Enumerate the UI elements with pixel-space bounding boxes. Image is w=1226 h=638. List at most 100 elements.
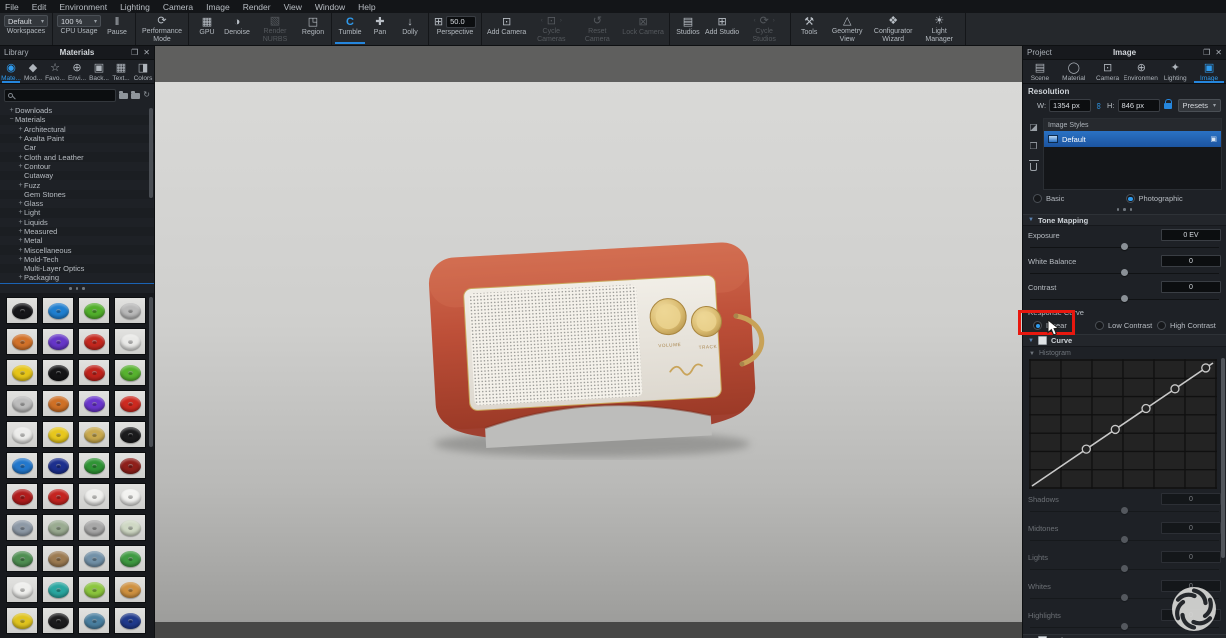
edit-style-icon[interactable]: ◪: [1029, 122, 1038, 132]
project-tab-material[interactable]: ◯Material: [1057, 60, 1091, 83]
material-swatch-14[interactable]: [78, 390, 110, 417]
tree-item-light[interactable]: +Light: [0, 208, 154, 217]
resolution-lock-icon[interactable]: [1164, 103, 1172, 109]
menu-camera[interactable]: Camera: [163, 2, 193, 12]
material-swatch-3[interactable]: [114, 297, 146, 324]
float-panel-icon[interactable]: ❐: [1203, 46, 1210, 60]
delete-style-icon[interactable]: [1030, 163, 1037, 171]
material-swatch-38[interactable]: [78, 576, 110, 603]
tree-item-contour[interactable]: +Contour: [0, 162, 154, 171]
tree-item-axalta-paint[interactable]: +Axalta Paint: [0, 134, 154, 143]
tree-expander-icon[interactable]: +: [17, 200, 24, 207]
exposure-slider[interactable]: [1030, 242, 1219, 252]
material-swatch-11[interactable]: [114, 359, 146, 386]
material-swatch-26[interactable]: [78, 483, 110, 510]
add-studio-button[interactable]: ⊞Add Studio: [703, 14, 741, 44]
menu-lighting[interactable]: Lighting: [120, 2, 150, 12]
tree-expander-icon[interactable]: +: [17, 274, 24, 281]
pan-button[interactable]: ✚Pan: [365, 14, 395, 44]
material-swatch-25[interactable]: [42, 483, 74, 510]
tree-expander-icon[interactable]: +: [17, 209, 24, 216]
material-swatch-4[interactable]: [6, 328, 38, 355]
open-folder-icon[interactable]: [131, 93, 140, 99]
tree-expander-icon[interactable]: −: [8, 116, 15, 123]
close-panel-icon[interactable]: ✕: [1215, 46, 1222, 60]
material-swatch-7[interactable]: [114, 328, 146, 355]
histogram-filter-icon[interactable]: ▼: [1029, 351, 1035, 357]
slider-thumb[interactable]: [1121, 295, 1128, 302]
tree-item-miscellaneous[interactable]: +Miscellaneous: [0, 245, 154, 254]
dolly-button[interactable]: ↓Dolly: [395, 14, 425, 44]
tree-expander-icon[interactable]: +: [17, 163, 24, 170]
menu-window[interactable]: Window: [315, 2, 345, 12]
tree-expander-icon[interactable]: +: [17, 135, 24, 142]
resolution-height-field[interactable]: 846 px: [1118, 99, 1160, 112]
project-splitter[interactable]: [1023, 205, 1226, 214]
lights-value[interactable]: 0: [1161, 551, 1221, 563]
slider-thumb[interactable]: [1121, 536, 1128, 543]
material-swatch-42[interactable]: [78, 607, 110, 634]
tree-item-gem-stones[interactable]: Gem Stones: [0, 190, 154, 199]
workspaces-dropdown[interactable]: Default▾: [4, 15, 48, 27]
tree-scrollbar[interactable]: [149, 108, 153, 198]
tree-item-mold-tech[interactable]: +Mold-Tech: [0, 255, 154, 264]
menu-environment[interactable]: Environment: [59, 2, 107, 12]
tree-item-paint[interactable]: +Paint: [0, 283, 154, 284]
image-style-default[interactable]: Default▣: [1044, 131, 1221, 147]
library-tab-colors[interactable]: ◨Colors: [132, 60, 154, 83]
radio-linear[interactable]: Linear: [1033, 321, 1095, 330]
menu-render[interactable]: Render: [243, 2, 271, 12]
project-tab-camera[interactable]: ⊡Camera: [1091, 60, 1125, 83]
material-swatch-32[interactable]: [6, 545, 38, 572]
close-panel-icon[interactable]: ✕: [143, 46, 150, 60]
curve-control-point[interactable]: [1142, 405, 1150, 413]
contrast-value[interactable]: 0: [1161, 281, 1221, 293]
configurator-wizard-button[interactable]: ❖Configurator Wizard: [870, 14, 916, 44]
material-swatch-35[interactable]: [114, 545, 146, 572]
material-swatch-0[interactable]: [6, 297, 38, 324]
material-swatch-29[interactable]: [42, 514, 74, 541]
white-balance-slider[interactable]: [1030, 268, 1219, 278]
aspect-link-icon[interactable]: ∞: [1094, 101, 1104, 111]
slider-thumb[interactable]: [1121, 594, 1128, 601]
material-swatch-12[interactable]: [6, 390, 38, 417]
material-swatch-24[interactable]: [6, 483, 38, 510]
library-tab-envi[interactable]: ⊕Envi...: [66, 60, 88, 83]
tree-item-car[interactable]: Car: [0, 143, 154, 152]
studios-button[interactable]: ▤Studios: [673, 14, 703, 44]
material-swatch-10[interactable]: [78, 359, 110, 386]
search-input[interactable]: [4, 89, 116, 102]
curve-control-point[interactable]: [1202, 364, 1210, 372]
perspective-value-field[interactable]: 50.0: [446, 16, 476, 28]
library-tab-mod[interactable]: ◆Mod...: [22, 60, 44, 83]
slider-thumb[interactable]: [1121, 623, 1128, 630]
material-swatch-37[interactable]: [42, 576, 74, 603]
tree-item-glass[interactable]: +Glass: [0, 199, 154, 208]
duplicate-style-icon[interactable]: ❐: [1029, 141, 1037, 151]
tumble-button[interactable]: CTumble: [335, 14, 365, 44]
pause-button[interactable]: ‖Pause: [102, 14, 132, 44]
material-swatch-9[interactable]: [42, 359, 74, 386]
curve-control-point[interactable]: [1111, 425, 1119, 433]
midtones-slider[interactable]: [1030, 535, 1219, 547]
project-tab-environment[interactable]: ⊕Environment: [1124, 60, 1158, 83]
swatch-scrollbar[interactable]: [149, 297, 153, 447]
material-swatch-28[interactable]: [6, 514, 38, 541]
tree-item-multi-layer-optics[interactable]: Multi-Layer Optics: [0, 264, 154, 273]
lights-slider[interactable]: [1030, 564, 1219, 576]
radio-low-contrast[interactable]: Low Contrast: [1095, 321, 1157, 330]
tree-expander-icon[interactable]: +: [17, 237, 24, 244]
slider-thumb[interactable]: [1121, 507, 1128, 514]
contrast-slider[interactable]: [1030, 294, 1219, 304]
midtones-value[interactable]: 0: [1161, 522, 1221, 534]
workspaces-button[interactable]: Default▾Workspaces: [3, 14, 49, 44]
exposure-value[interactable]: 0 EV: [1161, 229, 1221, 241]
tree-expander-icon[interactable]: +: [17, 256, 24, 263]
tone-mapping-header[interactable]: ▼ Tone Mapping: [1023, 214, 1226, 226]
material-swatch-27[interactable]: [114, 483, 146, 510]
tree-item-materials[interactable]: −Materials: [0, 115, 154, 124]
tree-item-fuzz[interactable]: +Fuzz: [0, 180, 154, 189]
library-tab-favo[interactable]: ☆Favo...: [44, 60, 66, 83]
float-panel-icon[interactable]: ❐: [131, 46, 138, 60]
library-tab-mate[interactable]: ◉Mate...: [0, 60, 22, 83]
